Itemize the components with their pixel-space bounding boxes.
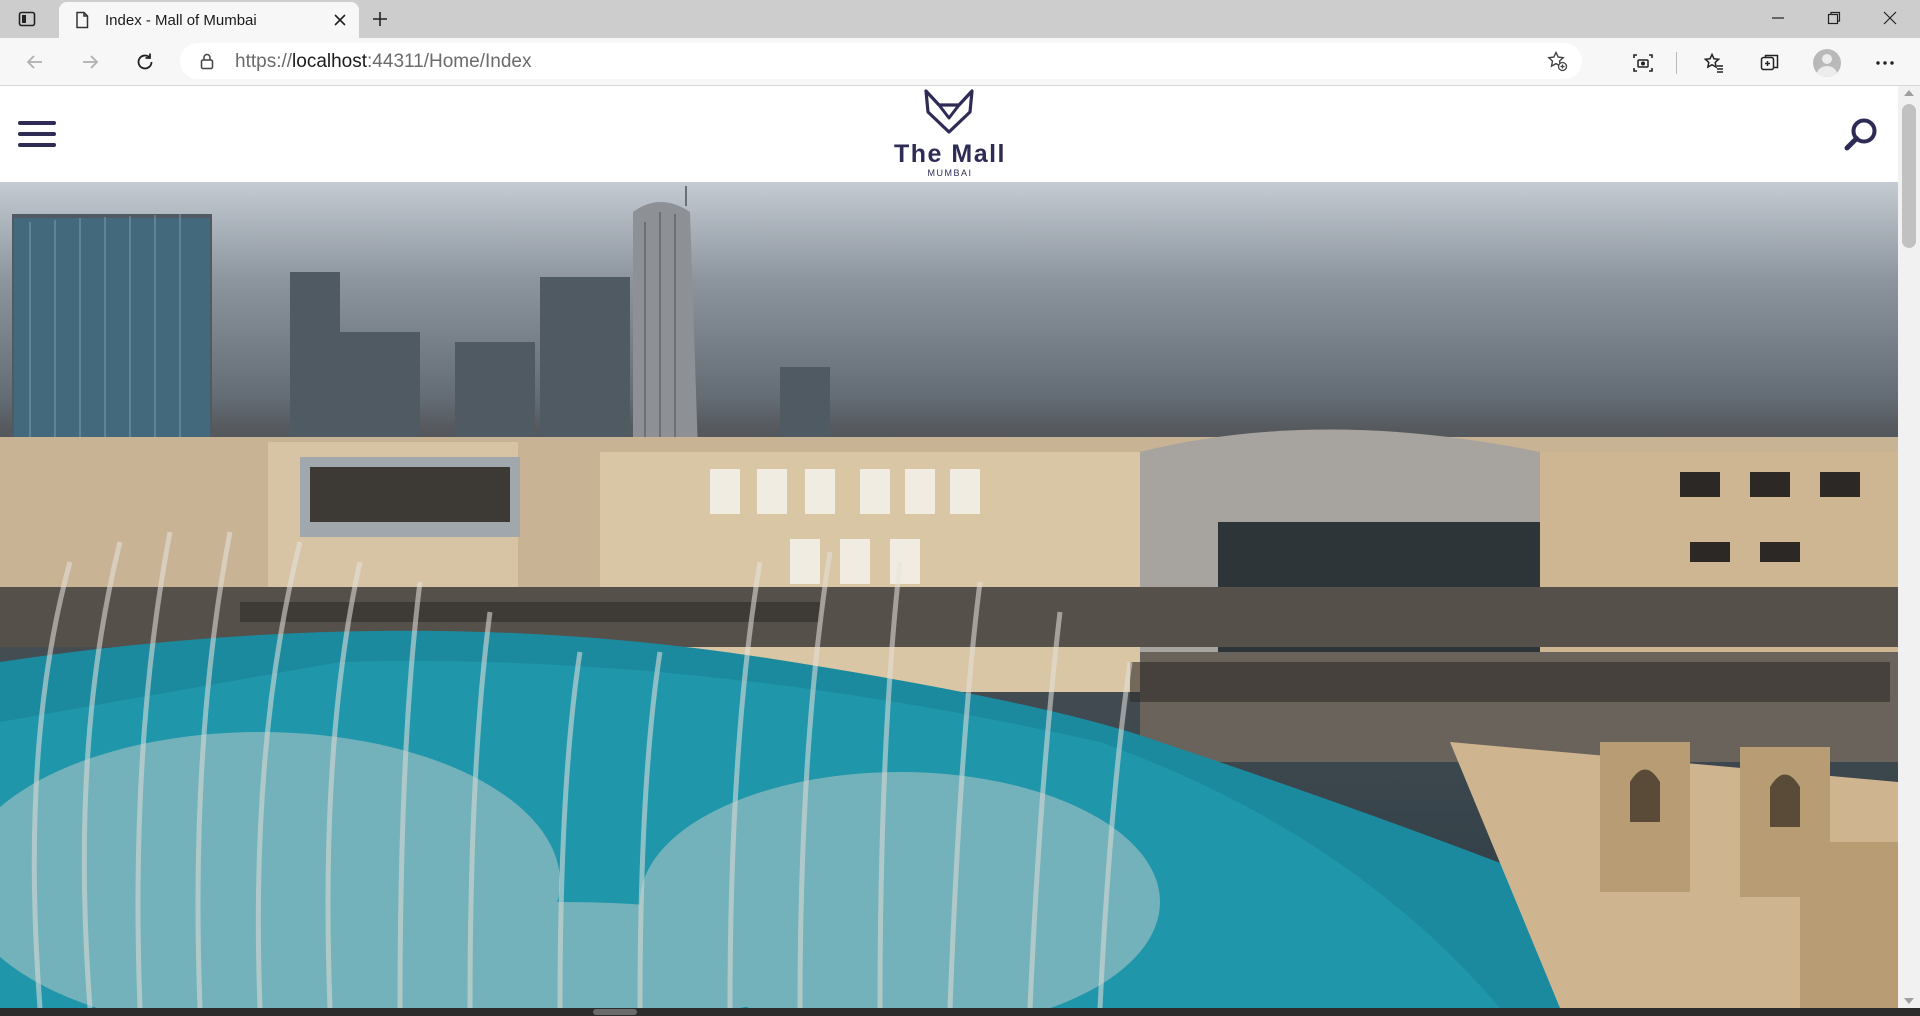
add-favorite-icon[interactable] bbox=[1546, 50, 1568, 72]
back-icon[interactable] bbox=[20, 47, 50, 77]
url-path: :44311/Home/Index bbox=[367, 51, 532, 72]
url-host: localhost bbox=[292, 51, 368, 72]
hero-image bbox=[0, 182, 1898, 1008]
horizontal-scrollbar[interactable] bbox=[0, 1008, 1920, 1016]
new-tab-icon[interactable] bbox=[368, 7, 392, 31]
fox-logo-icon bbox=[924, 89, 974, 134]
scroll-up-arrow-icon[interactable] bbox=[1904, 90, 1914, 96]
hamburger-menu-icon[interactable] bbox=[18, 121, 56, 151]
page-scrollbar[interactable] bbox=[1898, 86, 1920, 1008]
toolbar-divider bbox=[1676, 52, 1677, 74]
scroll-thumb[interactable] bbox=[1902, 104, 1916, 248]
brand-name: The Mall bbox=[893, 140, 1006, 168]
favorites-icon[interactable] bbox=[1701, 50, 1727, 76]
tab-title: Index - Mall of Mumbai bbox=[105, 12, 257, 29]
tab-close-icon[interactable] bbox=[331, 11, 349, 29]
restore-icon[interactable] bbox=[1806, 0, 1862, 36]
browser-toolbar: https://localhost:44311/Home/Index bbox=[0, 38, 1920, 86]
brand-subtitle: MUMBAI bbox=[927, 168, 973, 178]
url-scheme: https:// bbox=[235, 51, 293, 72]
collections-icon[interactable] bbox=[1757, 50, 1783, 76]
browser-tab-active[interactable]: Index - Mall of Mumbai bbox=[59, 2, 359, 38]
refresh-icon[interactable] bbox=[130, 47, 160, 77]
screenshot-icon[interactable] bbox=[1630, 50, 1656, 76]
profile-avatar[interactable] bbox=[1813, 49, 1841, 77]
scroll-down-arrow-icon[interactable] bbox=[1904, 998, 1914, 1004]
tab-actions-icon[interactable] bbox=[16, 8, 38, 30]
page-icon bbox=[76, 11, 89, 29]
search-icon[interactable] bbox=[1842, 116, 1880, 154]
lock-icon[interactable] bbox=[198, 52, 216, 70]
horizontal-scroll-thumb[interactable] bbox=[593, 1009, 637, 1015]
close-window-icon[interactable] bbox=[1862, 0, 1918, 36]
minimize-icon[interactable] bbox=[1750, 0, 1806, 36]
page-viewport: The Mall MUMBAI bbox=[0, 86, 1898, 1008]
browser-tab-strip: Index - Mall of Mumbai bbox=[0, 0, 1920, 38]
brand-logo[interactable]: The Mall MUMBAI bbox=[880, 86, 1020, 182]
address-bar[interactable]: https://localhost:44311/Home/Index bbox=[180, 43, 1582, 79]
site-header: The Mall MUMBAI bbox=[0, 86, 1898, 182]
url-text[interactable]: https://localhost:44311/Home/Index bbox=[235, 51, 531, 73]
more-menu-icon[interactable] bbox=[1872, 50, 1898, 76]
forward-icon[interactable] bbox=[75, 47, 105, 77]
hero-photo-illustration bbox=[0, 186, 1898, 1008]
